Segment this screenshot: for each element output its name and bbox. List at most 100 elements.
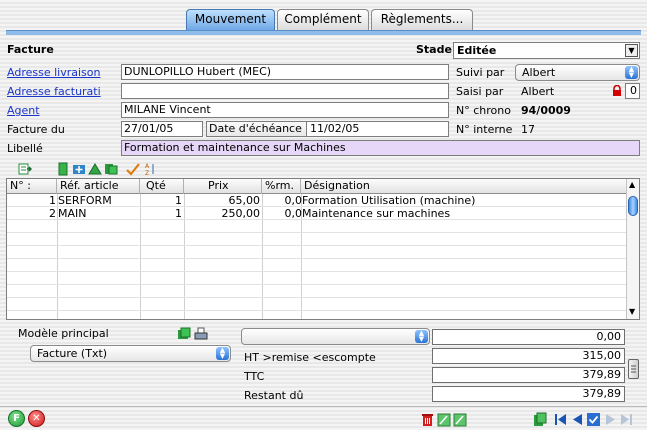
libelle-label: Libellé: [7, 142, 43, 155]
adresse-facturation-field[interactable]: [121, 83, 449, 99]
print-icon[interactable]: [194, 327, 208, 341]
row-qte: 1: [175, 208, 182, 220]
col-prix[interactable]: Prix: [184, 179, 262, 194]
tab-underline: [6, 30, 641, 35]
table-row[interactable]: [7, 286, 627, 298]
interne-label: N° interne: [456, 123, 513, 136]
adresse-livraison-link[interactable]: Adresse livraison: [7, 66, 100, 79]
suivi-par-label: Suivi par: [456, 66, 505, 79]
model-edit-icon[interactable]: [177, 327, 191, 341]
ht-field: 315,00: [432, 348, 625, 364]
lock-icon: [612, 84, 622, 96]
chrono-value: 94/0009: [521, 104, 571, 117]
row-prix: 250,00: [221, 208, 261, 220]
row-prix: 65,00: [228, 195, 261, 207]
last-record-icon[interactable]: [619, 412, 634, 427]
table-row[interactable]: [7, 273, 627, 285]
ttc-field: 379,89: [432, 367, 625, 383]
modele-select[interactable]: Facture (Txt) ▲ ▼: [30, 345, 231, 362]
row-designation: Maintenance sur machines: [302, 208, 451, 220]
stade-value: Editée: [457, 44, 497, 57]
col-qte[interactable]: Qté: [140, 179, 184, 194]
restant-field: 379,89: [432, 386, 625, 402]
first-record-icon[interactable]: [553, 412, 568, 427]
stepper-arrows-icon[interactable]: ▲ ▼: [216, 347, 229, 360]
scroll-down-icon[interactable]: ▼: [629, 307, 635, 316]
echeance-field[interactable]: 11/02/05: [310, 122, 359, 136]
new-line-icon[interactable]: [56, 162, 70, 176]
suivi-par-select[interactable]: Albert ▲ ▼: [515, 64, 640, 81]
validate-icon[interactable]: F: [8, 410, 25, 427]
stepper-arrows-icon[interactable]: ▲ ▼: [625, 66, 638, 79]
table-row[interactable]: 1 SERFORM 1 65,00 0,0 Formation Utilisat…: [7, 195, 627, 207]
row-remise: 0,0: [284, 195, 303, 207]
col-num[interactable]: N° :: [7, 179, 57, 194]
tab-mouvement[interactable]: Mouvement: [186, 9, 275, 30]
row-qte: 1: [175, 195, 182, 207]
top-total-field[interactable]: 0,00: [432, 329, 625, 345]
scroll-thumb[interactable]: [628, 196, 638, 216]
trash-icon[interactable]: [420, 412, 435, 427]
row-remise: 0,0: [284, 208, 303, 220]
edit-icon[interactable]: [437, 412, 452, 427]
stade-select[interactable]: Editée ▼: [453, 42, 640, 59]
facture-du-field[interactable]: 27/01/05: [121, 121, 203, 137]
section-title: Facture: [7, 43, 54, 56]
ht-label: HT >remise <escompte: [244, 351, 376, 364]
ttc-label: TTC: [244, 370, 265, 383]
insert-line-icon[interactable]: [88, 162, 102, 176]
stade-label: Stade: [416, 43, 452, 56]
table-row[interactable]: [7, 221, 627, 233]
check-edit-icon[interactable]: [126, 162, 140, 176]
tab-complement[interactable]: Complément: [277, 9, 369, 30]
col-remise[interactable]: %rm.: [262, 179, 301, 194]
tab-reglements[interactable]: Règlements...: [371, 9, 473, 30]
chevron-down-icon[interactable]: ▼: [625, 44, 638, 57]
cancel-icon[interactable]: ✕: [28, 410, 45, 427]
row-ref: MAIN: [58, 208, 87, 220]
next-record-icon[interactable]: [603, 412, 618, 427]
adresse-facturation-link[interactable]: Adresse facturati: [7, 85, 101, 98]
chrono-label: N° chrono: [456, 104, 511, 117]
add-line-icon[interactable]: [72, 162, 86, 176]
col-designation[interactable]: Désignation: [301, 179, 627, 194]
saisi-par-extra[interactable]: 0: [625, 83, 640, 99]
bottom-divider: [0, 406, 647, 407]
table-row[interactable]: [7, 234, 627, 246]
suivi-par-value: Albert: [522, 66, 556, 79]
current-record-icon[interactable]: [586, 412, 601, 427]
table-row[interactable]: [7, 260, 627, 272]
saisi-par-label: Saisi par: [456, 85, 504, 98]
table-row[interactable]: 2 MAIN 1 250,00 0,0 Maintenance sur mach…: [7, 208, 627, 220]
list-icon[interactable]: [533, 412, 548, 427]
facture-du-label: Facture du: [7, 123, 65, 136]
echeance-group: Date d'échéance 11/02/05: [206, 121, 449, 137]
table-scrollbar[interactable]: ▲ ▼: [626, 179, 639, 319]
edit-alt-icon[interactable]: [453, 412, 468, 427]
agent-link[interactable]: Agent: [7, 104, 40, 117]
stepper-arrows-icon[interactable]: ▲ ▼: [415, 330, 428, 343]
row-ref: SERFORM: [58, 195, 112, 207]
agent-field[interactable]: MILANE Vincent: [121, 102, 449, 118]
totals-detail-icon[interactable]: [628, 359, 639, 379]
col-ref[interactable]: Réf. article: [57, 179, 140, 194]
export-rows-icon[interactable]: [18, 162, 33, 176]
modele-label: Modèle principal: [18, 327, 109, 340]
interne-value: 17: [521, 123, 535, 136]
duplicate-line-icon[interactable]: [104, 162, 118, 176]
row-num: 2: [49, 208, 56, 220]
table-header: N° : Réf. article Qté Prix %rm. Désignat…: [7, 179, 627, 194]
adresse-livraison-field[interactable]: DUNLOPILLO Hubert (MEC): [121, 64, 449, 80]
lines-table[interactable]: N° : Réf. article Qté Prix %rm. Désignat…: [6, 178, 640, 320]
table-row[interactable]: [7, 299, 627, 311]
modele-value: Facture (Txt): [37, 347, 108, 360]
previous-record-icon[interactable]: [570, 412, 585, 427]
row-designation: Formation Utilisation (machine): [302, 195, 476, 207]
libelle-field[interactable]: Formation et maintenance sur Machines: [121, 140, 640, 156]
scroll-up-icon[interactable]: ▲: [629, 180, 635, 189]
saisi-par-value: Albert: [521, 85, 555, 98]
totals-option-select[interactable]: ▲ ▼: [241, 328, 430, 345]
sort-az-icon[interactable]: AZ: [142, 162, 156, 177]
table-row[interactable]: [7, 247, 627, 259]
row-num: 1: [49, 195, 56, 207]
